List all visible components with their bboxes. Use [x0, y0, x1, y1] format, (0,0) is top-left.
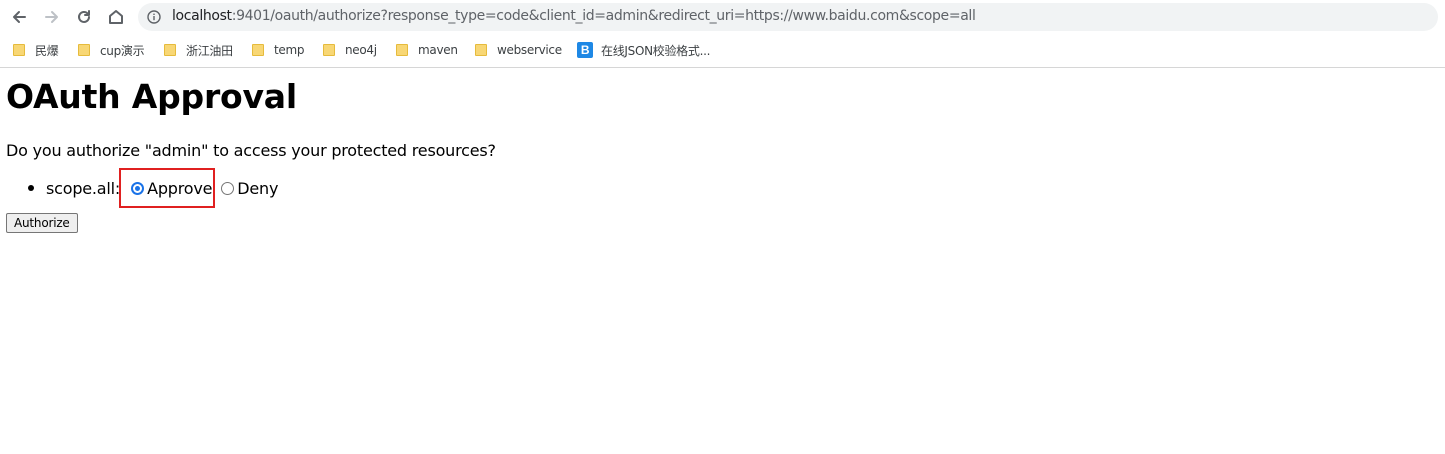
bookmark-item[interactable]: cup演示 — [78, 41, 145, 59]
back-button[interactable] — [6, 4, 32, 30]
reload-icon — [78, 10, 90, 23]
home-button[interactable] — [103, 4, 129, 30]
bookmark-label: 浙江油田 — [186, 43, 233, 58]
arrow-right-icon — [45, 11, 58, 23]
forward-button[interactable] — [39, 4, 65, 30]
bookmark-item[interactable]: 民爆 — [13, 41, 59, 59]
address-bar[interactable]: localhost:9401/oauth/authorize?response_… — [138, 3, 1438, 31]
page-title: OAuth Approval — [6, 77, 297, 116]
bookmark-item[interactable]: neo4j — [323, 41, 377, 59]
bookmark-item[interactable]: B 在线JSON校验格式... — [577, 41, 710, 59]
folder-icon — [78, 44, 90, 56]
bookmark-item[interactable]: temp — [252, 41, 305, 59]
url-text[interactable]: localhost:9401/oauth/authorize?response_… — [172, 8, 976, 24]
folder-icon — [475, 44, 487, 56]
bookmark-label: 民爆 — [35, 43, 59, 58]
bookmark-label: cup演示 — [100, 43, 145, 58]
info-icon[interactable] — [147, 10, 161, 24]
folder-icon — [252, 44, 264, 56]
folder-icon — [396, 44, 408, 56]
bookmark-label: webservice — [497, 43, 562, 57]
arrow-left-icon — [13, 11, 26, 23]
highlight-box — [119, 168, 215, 208]
home-icon — [109, 10, 123, 24]
authorize-button[interactable]: Authorize — [6, 213, 78, 233]
bookmark-label: neo4j — [345, 43, 377, 57]
bookmark-item[interactable]: 浙江油田 — [164, 41, 233, 59]
bookmark-item[interactable]: webservice — [475, 41, 562, 59]
bookmark-label: 在线JSON校验格式... — [601, 43, 711, 58]
bookmark-item[interactable]: maven — [396, 41, 458, 59]
bookmark-label: temp — [274, 43, 305, 57]
toolbar-divider — [0, 67, 1445, 68]
folder-icon — [164, 44, 176, 56]
bookmarks-bar: 民爆 cup演示 浙江油田 temp neo4j maven webservic… — [0, 35, 1445, 67]
deny-label[interactable]: Deny — [237, 179, 278, 198]
scope-label: scope.all: — [46, 178, 121, 198]
reload-button[interactable] — [71, 4, 97, 30]
json-site-icon: B — [577, 42, 593, 58]
folder-icon — [323, 44, 335, 56]
deny-radio[interactable] — [221, 181, 235, 195]
bullet-icon — [28, 185, 34, 191]
authorization-question: Do you authorize "admin" to access your … — [6, 141, 496, 160]
folder-icon — [13, 44, 25, 56]
bookmark-label: maven — [418, 43, 458, 57]
url-host: localhost — [172, 8, 232, 24]
browser-toolbar: localhost:9401/oauth/authorize?response_… — [0, 0, 1445, 34]
url-path: :9401/oauth/authorize?response_type=code… — [231, 8, 976, 24]
